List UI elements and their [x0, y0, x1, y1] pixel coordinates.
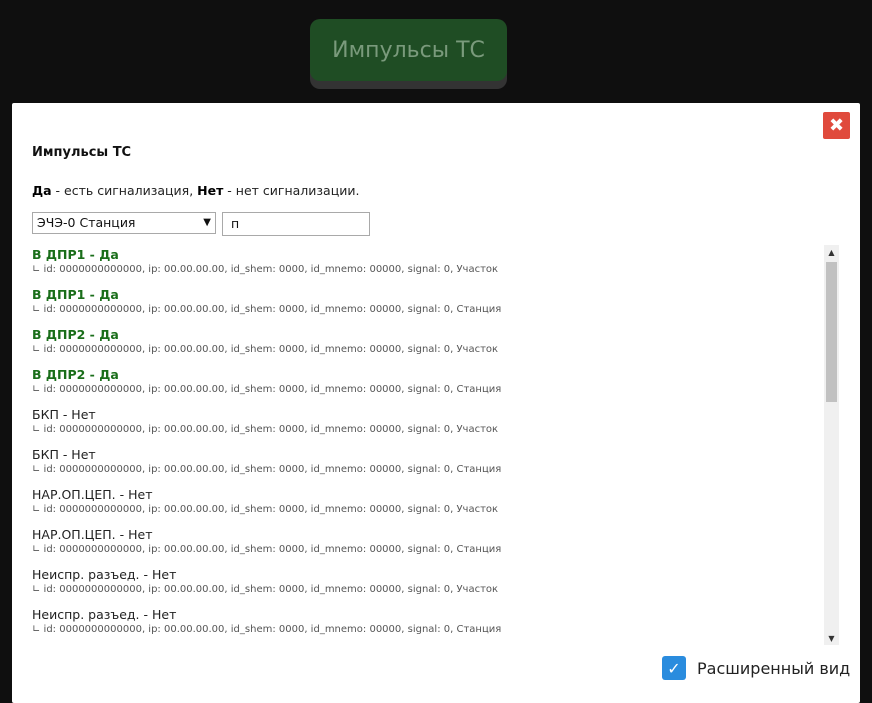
- legend-text: Да - есть сигнализация, Нет - нет сигнал…: [32, 183, 359, 198]
- search-input[interactable]: п: [222, 212, 370, 236]
- extended-view-toggle[interactable]: ✓ Расширенный вид: [662, 656, 850, 680]
- list-item[interactable]: БКП - Нет ∟ id: 0000000000000, ip: 00.00…: [32, 405, 839, 445]
- item-name: В ДПР2 - Да: [32, 327, 119, 342]
- item-name: БКП - Нет: [32, 407, 96, 422]
- item-meta: ∟ id: 0000000000000, ip: 00.00.00.00, id…: [32, 344, 499, 355]
- impulse-list: В ДПР1 - Да ∟ id: 0000000000000, ip: 00.…: [32, 245, 839, 645]
- scroll-down-icon[interactable]: ▼: [824, 631, 839, 645]
- item-name: БКП - Нет: [32, 447, 96, 462]
- item-meta: ∟ id: 0000000000000, ip: 00.00.00.00, id…: [32, 384, 502, 395]
- legend-yes-word: Да: [32, 183, 52, 198]
- item-meta: ∟ id: 0000000000000, ip: 00.00.00.00, id…: [32, 544, 502, 555]
- scrollbar-thumb[interactable]: [826, 262, 837, 402]
- list-item[interactable]: Неиспр. разъед. - Нет ∟ id: 000000000000…: [32, 565, 839, 605]
- item-meta: ∟ id: 0000000000000, ip: 00.00.00.00, id…: [32, 424, 499, 435]
- legend-no-text: - нет сигнализации.: [223, 183, 360, 198]
- list-item[interactable]: В ДПР2 - Да ∟ id: 0000000000000, ip: 00.…: [32, 365, 839, 405]
- item-name: В ДПР2 - Да: [32, 367, 119, 382]
- item-name: Неиспр. разъед. - Нет: [32, 567, 177, 582]
- item-meta: ∟ id: 0000000000000, ip: 00.00.00.00, id…: [32, 304, 502, 315]
- list-item[interactable]: БКП - Нет ∟ id: 0000000000000, ip: 00.00…: [32, 445, 839, 485]
- station-select-value: ЭЧЭ-0 Станция: [37, 215, 136, 230]
- item-name: В ДПР1 - Да: [32, 287, 119, 302]
- checkbox-checked-icon[interactable]: ✓: [662, 656, 686, 680]
- list-item[interactable]: В ДПР1 - Да ∟ id: 0000000000000, ip: 00.…: [32, 285, 839, 325]
- scroll-up-icon[interactable]: ▲: [824, 245, 839, 259]
- item-meta: ∟ id: 0000000000000, ip: 00.00.00.00, id…: [32, 464, 502, 475]
- station-select[interactable]: ЭЧЭ-0 Станция ▼: [32, 212, 216, 234]
- item-meta: ∟ id: 0000000000000, ip: 00.00.00.00, id…: [32, 624, 502, 635]
- list-item[interactable]: НАР.ОП.ЦЕП. - Нет ∟ id: 0000000000000, i…: [32, 485, 839, 525]
- item-name: НАР.ОП.ЦЕП. - Нет: [32, 527, 153, 542]
- dropdown-arrow-icon: ▼: [203, 217, 211, 228]
- item-name: НАР.ОП.ЦЕП. - Нет: [32, 487, 153, 502]
- item-meta: ∟ id: 0000000000000, ip: 00.00.00.00, id…: [32, 504, 499, 515]
- legend-no-word: Нет: [197, 183, 224, 198]
- list-item[interactable]: В ДПР1 - Да ∟ id: 0000000000000, ip: 00.…: [32, 245, 839, 285]
- impulses-modal: ✖ Импульсы ТС Да - есть сигнализация, Не…: [12, 103, 860, 703]
- modal-title: Импульсы ТС: [32, 145, 132, 160]
- item-meta: ∟ id: 0000000000000, ip: 00.00.00.00, id…: [32, 584, 499, 595]
- legend-yes-text: - есть сигнализация,: [51, 183, 198, 198]
- item-name: В ДПР1 - Да: [32, 247, 119, 262]
- list-item[interactable]: Неиспр. разъед. - Нет ∟ id: 000000000000…: [32, 605, 839, 645]
- extended-view-label: Расширенный вид: [697, 658, 851, 678]
- list-item[interactable]: В ДПР2 - Да ∟ id: 0000000000000, ip: 00.…: [32, 325, 839, 365]
- impulses-ts-button[interactable]: Импульсы ТС: [310, 19, 507, 81]
- list-item[interactable]: НАР.ОП.ЦЕП. - Нет ∟ id: 0000000000000, i…: [32, 525, 839, 565]
- close-icon[interactable]: ✖: [823, 112, 850, 139]
- item-name: Неиспр. разъед. - Нет: [32, 607, 177, 622]
- item-meta: ∟ id: 0000000000000, ip: 00.00.00.00, id…: [32, 264, 499, 275]
- list-scrollbar[interactable]: ▲ ▼: [824, 245, 839, 645]
